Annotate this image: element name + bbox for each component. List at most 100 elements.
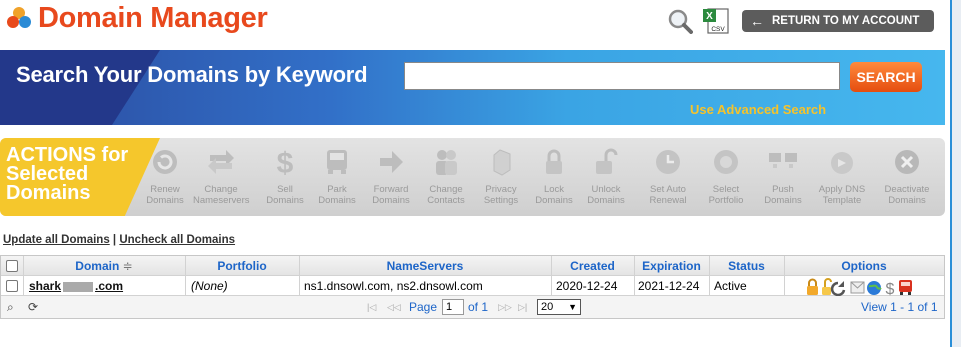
uncheck-all-domains-link[interactable]: Uncheck all Domains [119,234,235,246]
action-label: Privacy [485,184,517,195]
search-button[interactable]: SEARCH [850,62,922,92]
refresh-icon[interactable]: ⟳ [28,296,38,318]
dns-template-icon [831,152,853,174]
action-label: Domains [318,195,356,206]
table-header-row: Domain ≑ Portfolio NameServers Created E… [1,256,944,276]
action-unlock-domains[interactable]: Unlock Domains [578,138,634,216]
column-header-domain[interactable]: Domain ≑ [23,256,185,276]
action-forward-domains[interactable]: Forward Domains [363,138,419,216]
csv-export-icon[interactable]: X CSV [702,7,730,35]
dollar-option-icon[interactable]: $ [886,281,895,296]
logo-icon [7,7,31,28]
column-header-created[interactable]: Created [551,256,634,276]
page-size-value: 20 [541,301,554,313]
chevron-down-icon: ▼ [568,302,577,312]
window-edge [950,0,961,347]
page-title: Domain Manager [38,2,268,34]
action-change-nameservers[interactable]: Change Nameservers [193,138,250,216]
globe-option-icon[interactable] [867,280,882,295]
row-options: $ [806,276,944,296]
unlock-option-icon[interactable] [822,277,832,295]
action-label: Domains [266,195,304,206]
first-page-icon[interactable]: |◁ [367,296,376,318]
column-header-domain-label: Domain [75,259,120,273]
action-label: Change [429,184,463,195]
update-all-domains-link[interactable]: Update all Domains [3,234,110,246]
renew-option-icon[interactable] [830,280,846,296]
action-privacy-settings[interactable]: Privacy Settings [473,138,529,216]
portfolio-icon [714,150,738,174]
actions-title: ACTIONS for Selected Domains [0,138,160,216]
column-header-status[interactable]: Status [709,256,784,276]
action-deactivate-domains[interactable]: Deactivate Domains [879,138,935,216]
search-input[interactable] [404,62,840,90]
table-row[interactable]: shark .com (None) ns1.dnsowl.com, ns2.dns… [1,276,944,296]
action-label: Template [822,195,862,206]
column-header-portfolio[interactable]: Portfolio [185,256,299,276]
page-number-input[interactable] [442,299,464,315]
unlock-icon [596,148,618,174]
action-label: Forward [373,184,409,195]
last-page-icon[interactable]: ▷| [518,296,527,318]
status-cell: Active [714,279,747,293]
action-label: Settings [483,195,519,206]
action-label: Renew [150,184,180,195]
search-heading: Search Your Domains by Keyword [16,62,368,87]
action-lock-domains[interactable]: Lock Domains [526,138,582,216]
pager-bar: ⌕ ⟳ |◁ ◁◁ Page of 1 ▷▷ ▷| 20 ▼ View 1 - … [1,296,944,318]
action-label: Unlock [591,184,621,195]
action-push-domains[interactable]: Push Domains [755,138,811,216]
action-label: Domains [535,195,573,206]
action-label: Push [772,184,794,195]
bulk-links: Update all Domains | Uncheck all Domains [3,234,235,246]
return-to-account-button[interactable]: ← RETURN TO MY ACCOUNT [742,10,934,32]
svg-text:$: $ [277,147,294,177]
action-label: Domains [372,195,410,206]
row-checkbox[interactable] [6,280,18,292]
action-label: Domains [888,195,926,206]
change-nameservers-icon [208,150,234,174]
domain-suffix: .com [95,279,124,293]
select-all-checkbox[interactable] [6,260,18,272]
column-header-nameservers[interactable]: NameServers [299,256,551,276]
sort-icon: ≑ [122,259,133,273]
action-label: Lock [543,184,565,195]
action-change-contacts[interactable]: Change Contacts [418,138,474,216]
action-park-domains[interactable]: Park Domains [309,138,365,216]
nameservers-cell: ns1.dnsowl.com, ns2.dnsowl.com [304,279,483,293]
next-page-icon[interactable]: ▷▷ [498,296,512,318]
forward-arrow-icon [380,151,403,173]
email-option-icon[interactable] [850,281,865,294]
deactivate-icon [895,150,919,174]
action-sell-domains[interactable]: $ Sell Domains [257,138,313,216]
action-label: Apply DNS [818,184,866,195]
redacted-block [63,281,94,292]
column-header-expiration[interactable]: Expiration [634,256,709,276]
link-divider: | [112,234,117,246]
privacy-icon [493,149,511,176]
action-label: Sell [277,184,293,195]
actions-toolbar: ACTIONS for Selected Domains Renew Domain… [0,138,945,216]
page-label: Page [409,300,438,314]
advanced-search-link[interactable]: Use Advanced Search [690,102,826,117]
domain-link[interactable]: shark .com [29,276,183,296]
action-apply-dns-template[interactable]: Apply DNS Template [814,138,870,216]
expiration-cell: 2021-12-24 [638,279,700,293]
action-label: Deactivate [884,184,930,195]
search-icon[interactable] [667,8,693,34]
column-header-options: Options [841,259,887,273]
prev-page-icon[interactable]: ◁◁ [387,296,401,318]
action-label: Domains [146,195,184,206]
action-label: Change [204,184,238,195]
lock-option-icon[interactable] [807,278,818,295]
push-icon [769,153,797,168]
action-select-portfolio[interactable]: Select Portfolio [698,138,754,216]
dollar-icon: $ [277,147,294,177]
action-renew-domains[interactable]: Renew Domains [137,138,193,216]
search-toggle-icon[interactable]: ⌕ [7,296,14,318]
park-option-icon[interactable] [899,279,912,295]
page-size-select[interactable]: 20 ▼ [537,299,581,315]
action-label: Contacts [427,195,465,206]
action-set-auto-renewal[interactable]: Set Auto Renewal [640,138,696,216]
renew-icon [153,150,177,174]
